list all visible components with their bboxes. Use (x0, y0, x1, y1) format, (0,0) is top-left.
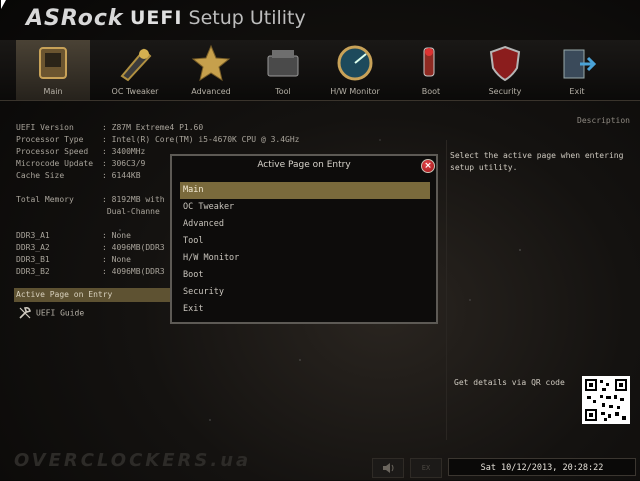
tab-boot[interactable]: Boot (394, 40, 468, 100)
option-list: Main OC Tweaker Advanced Tool H/W Monito… (180, 182, 430, 318)
hw-monitor-icon (337, 45, 373, 81)
tab-oc-tweaker-label: OC Tweaker (111, 87, 159, 96)
tab-main[interactable]: Main (16, 40, 90, 100)
main-icon (39, 47, 67, 79)
security-icon (489, 45, 521, 82)
info-value: : 4096MB(DDR3 (102, 243, 165, 252)
info-value: : Intel(R) Core(TM) i5-4670K CPU @ 3.4GH… (102, 135, 300, 144)
active-page-on-entry-dialog: Active Page on Entry × Main OC Tweaker A… (170, 154, 438, 324)
info-key: DDR3_A1 (16, 231, 50, 240)
exit-icon (563, 49, 597, 79)
option-boot[interactable]: Boot (180, 267, 430, 284)
info-key: Processor Type (16, 135, 84, 144)
option-hw-monitor[interactable]: H/W Monitor (180, 250, 430, 267)
wrench-icon (19, 307, 31, 319)
option-exit[interactable]: Exit (180, 301, 430, 318)
info-uefi-version: UEFI Version : Z87M Extreme4 P1.60 (16, 122, 299, 134)
info-value: : Z87M Extreme4 P1.60 (102, 123, 204, 132)
header: ASRock UEFI Setup Utility (0, 0, 640, 40)
info-value: : 306C3/9 (102, 159, 146, 168)
tab-hw-monitor[interactable]: H/W Monitor (318, 40, 392, 100)
title-setup-utility: Setup Utility (182, 7, 306, 29)
info-value: : 4096MB(DDR3 (102, 267, 165, 276)
info-key: Microcode Update (16, 159, 94, 168)
tool-icon (267, 50, 299, 77)
option-security[interactable]: Security (180, 284, 430, 301)
option-main[interactable]: Main (180, 182, 430, 199)
info-key: DDR3_A2 (16, 243, 50, 252)
active-page-on-entry-item[interactable]: Active Page on Entry (14, 288, 170, 302)
tab-tool[interactable]: Tool (246, 40, 320, 100)
info-value: : 6144KB (102, 171, 141, 180)
oc-tweaker-icon (120, 48, 152, 82)
main-navigation: Main OC Tweaker Advanced Tool H/W Monito… (0, 40, 640, 101)
info-value: : 8192MB with (102, 195, 165, 204)
tab-main-label: Main (43, 87, 63, 96)
speaker-icon (383, 463, 394, 473)
option-advanced[interactable]: Advanced (180, 216, 430, 233)
tab-hw-monitor-label: H/W Monitor (330, 87, 380, 96)
tab-exit-label: Exit (569, 87, 585, 96)
dialog-title: Active Page on Entry (257, 160, 351, 170)
tab-advanced[interactable]: Advanced (174, 40, 248, 100)
info-key: DDR3_B1 (16, 255, 50, 264)
info-processor-type: Processor Type : Intel(R) Core(TM) i5-467… (16, 134, 299, 146)
info-value: Dual-Channe (102, 207, 160, 216)
description-header: Description (577, 116, 630, 125)
info-value: : None (102, 255, 131, 264)
tab-advanced-label: Advanced (191, 87, 231, 96)
info-key: DDR3_B2 (16, 267, 50, 276)
speaker-button[interactable] (372, 458, 404, 478)
qr-code-image (582, 376, 630, 424)
info-key: Total Memory (16, 195, 74, 204)
uefi-guide-label: UEFI Guide (36, 308, 85, 318)
tab-boot-label: Boot (421, 87, 441, 96)
tab-tool-label: Tool (275, 87, 291, 96)
tab-security-label: Security (488, 87, 522, 96)
info-key: UEFI Version (16, 123, 74, 132)
mouse-cursor-icon (1, 0, 6, 9)
info-value: : 3400MHz (102, 147, 146, 156)
app-title: UEFI Setup Utility (130, 7, 306, 29)
tab-exit[interactable]: Exit (540, 40, 614, 100)
info-value: : None (102, 231, 131, 240)
tab-security[interactable]: Security (468, 40, 542, 100)
info-key: Processor Speed (16, 147, 89, 156)
description-text: Select the active page when entering set… (450, 151, 624, 172)
exit-button[interactable]: EX (410, 458, 442, 478)
datetime-display: Sat 10/12/2013, 20:28:22 (448, 458, 636, 476)
asrock-logo: ASRock (26, 6, 124, 31)
uefi-guide-link[interactable]: UEFI Guide (18, 306, 84, 320)
boot-icon (423, 47, 435, 77)
close-icon[interactable]: × (421, 159, 435, 173)
tab-oc-tweaker[interactable]: OC Tweaker (98, 40, 172, 100)
info-key: Cache Size (16, 171, 65, 180)
option-tool[interactable]: Tool (180, 233, 430, 250)
title-uefi: UEFI (130, 7, 183, 29)
watermark: OVERCLOCKERS.ua (14, 450, 252, 471)
qr-code-label: Get details via QR code (454, 378, 565, 387)
advanced-icon (191, 44, 231, 82)
option-oc-tweaker[interactable]: OC Tweaker (180, 199, 430, 216)
